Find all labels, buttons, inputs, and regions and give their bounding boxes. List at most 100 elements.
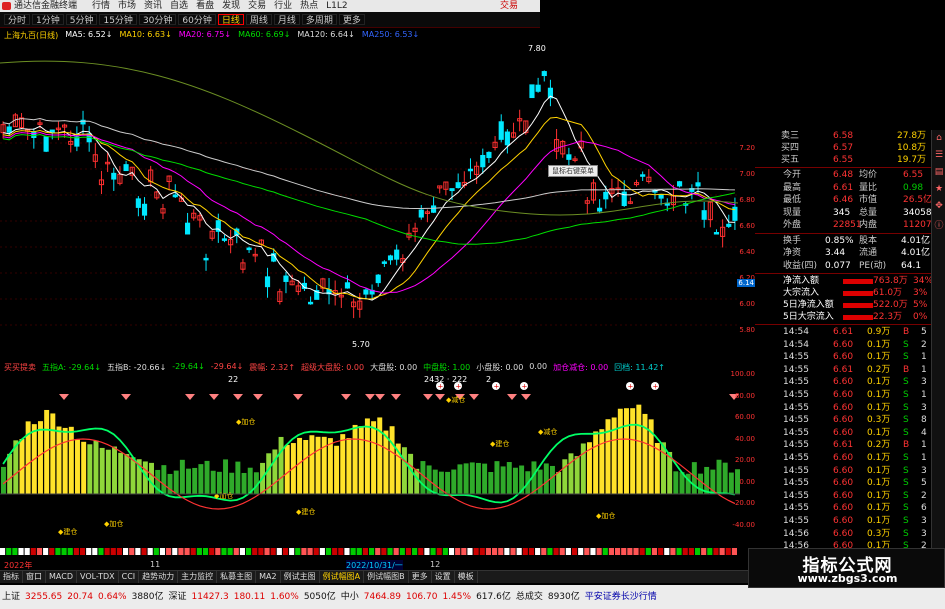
volume-strip — [252, 548, 258, 555]
signal-marker — [365, 394, 375, 400]
period-button[interactable]: 日线 — [217, 14, 244, 26]
status-bar: 上证 3255.65 20.74 0.64% 3880亿 深证 11427.3 180.11 1… — [0, 585, 945, 609]
volume-strip — [86, 548, 92, 555]
tick-time: 14:55 — [783, 465, 809, 476]
tick-volume: 0.1万 — [867, 339, 891, 350]
tick-price: 6.60 — [833, 516, 854, 526]
indicator-tab[interactable]: 例试幅图B — [364, 571, 409, 583]
indicator-tab[interactable]: MA2 — [256, 571, 281, 583]
osc-bar — [401, 447, 407, 494]
candle-body — [713, 232, 720, 235]
indicator-tab[interactable]: 窗口 — [23, 571, 46, 583]
menu-item[interactable]: 行情 — [92, 0, 110, 12]
ma250-line — [0, 60, 738, 216]
osc-bar — [327, 438, 333, 494]
indicator-tab[interactable]: 主力监控 — [178, 571, 218, 583]
indicator-tab[interactable]: 趋势动力 — [139, 571, 179, 583]
sidebar-info-icon[interactable]: ⓘ — [933, 218, 945, 232]
period-button[interactable]: 30分钟 — [138, 14, 177, 26]
indicator-tab[interactable]: MACD — [46, 571, 77, 583]
tick-side: S — [903, 465, 909, 476]
menu-item[interactable]: 资讯 — [144, 0, 162, 12]
trade-button[interactable]: 交易 — [500, 0, 518, 12]
period-button[interactable]: 60分钟 — [178, 14, 216, 26]
indicator-tab[interactable]: VOL-TDX — [77, 571, 119, 583]
kline-chart[interactable]: 7.80 5.70 — [0, 43, 738, 361]
indicator-tab[interactable]: 指标 — [0, 571, 23, 583]
quote-row: 换手 0.85% 股本 4.01亿 — [755, 235, 945, 248]
kline-svg[interactable]: 7.80 5.70 — [0, 43, 738, 361]
stat-key: 市值 — [859, 195, 878, 205]
ma-legend-item: MA10: 6.63↓ — [119, 30, 172, 39]
signal-marker — [253, 394, 263, 400]
volume-strip — [516, 548, 522, 555]
sidebar-move-icon[interactable]: ✥ — [933, 201, 945, 215]
sidebar-star-icon[interactable]: ★ — [933, 184, 945, 198]
book-price: 6.55 — [833, 155, 854, 165]
tick-time: 14:54 — [783, 327, 809, 337]
indicator-tab[interactable]: 设置 — [432, 571, 455, 583]
indicator-tab[interactable]: 私募主图 — [217, 571, 257, 583]
period-button[interactable]: 15分钟 — [99, 14, 137, 26]
volume-strip — [442, 548, 448, 555]
quote-row: 14:55 6.60 0.1万 S 6 — [755, 502, 945, 515]
volume-strip — [578, 548, 584, 555]
indicator-tab[interactable]: CCI — [119, 571, 140, 583]
tick-count: 2 — [921, 490, 927, 501]
osc-axis-label: 80.00 — [734, 391, 755, 400]
osc-bar — [617, 408, 623, 494]
menu-item[interactable]: 交易 — [248, 0, 266, 12]
circle-marker-sign: + — [494, 383, 500, 391]
signal-marker — [469, 394, 479, 400]
period-button[interactable]: 周线 — [245, 14, 272, 26]
menu-item[interactable]: 发现 — [222, 0, 240, 12]
tick-time: 14:55 — [783, 364, 809, 375]
period-button[interactable]: 月线 — [273, 14, 300, 26]
period-button[interactable]: 1分钟 — [32, 14, 64, 26]
tick-side: S — [903, 352, 909, 363]
volume-strip — [301, 548, 307, 555]
menu-item[interactable]: L1L2 — [326, 0, 347, 12]
sidebar-home-icon[interactable]: ⌂ — [933, 133, 945, 147]
ma-legend-item: MA5: 6.52↓ — [65, 30, 113, 39]
osc-bar — [7, 453, 13, 494]
menu-item[interactable]: 看盘 — [196, 0, 214, 12]
period-button[interactable]: 更多 — [338, 14, 365, 26]
osc-axis-label: 60.00 — [734, 413, 755, 421]
oscillator-svg[interactable]: + + + + + +22 2432 · 222 2◆加仓◆减仓◆减仓◆加仓◆加仓◆建仓◆建仓… — [0, 374, 740, 558]
tick-price: 6.60 — [833, 478, 854, 489]
quote-row: 收益(四) 0.077 PE(动) 64.1 — [755, 260, 945, 273]
volume-strip — [0, 548, 6, 555]
sidebar-list-icon[interactable]: ☰ — [933, 150, 945, 164]
volume-strip — [719, 548, 725, 555]
volume-strip — [670, 548, 676, 555]
menu-item[interactable]: 自选 — [170, 0, 188, 12]
indicator-tab[interactable]: 更多 — [409, 571, 432, 583]
tick-volume: 0.1万 — [867, 503, 891, 514]
indicator-tab[interactable]: 模板 — [455, 571, 478, 583]
volume-strip — [227, 548, 233, 555]
volume-strip — [307, 548, 313, 555]
osc-legend-item: 震幅: 2.32↑ — [249, 363, 296, 372]
menu-item[interactable]: 热点 — [300, 0, 318, 12]
osc-legend-item: -29.64↓ — [172, 362, 205, 371]
status-item: 106.70 — [405, 592, 438, 602]
oscillator-chart[interactable]: + + + + + +22 2432 · 222 2 ◆加仓 ◆减仓 ◆减仓 ◆加仓 ◆加仓 ◆建仓 ◆建仓… — [0, 374, 740, 558]
period-button[interactable]: 5分钟 — [65, 14, 98, 26]
status-item: 1.60% — [270, 592, 299, 602]
osc-bar — [364, 418, 370, 494]
stat-key: 最高 — [783, 182, 802, 193]
period-button[interactable]: 分时 — [4, 14, 31, 26]
menu-item[interactable]: 市场 — [118, 0, 136, 12]
period-button[interactable]: 多周期 — [301, 14, 337, 26]
indicator-tab[interactable]: 例试主图 — [281, 571, 320, 583]
divider — [755, 167, 945, 168]
sidebar-chart-icon[interactable]: ▤ — [933, 167, 945, 181]
osc-bar — [636, 404, 642, 494]
volume-strip — [559, 548, 565, 555]
indicator-tab[interactable]: 例试幅图A — [320, 571, 365, 583]
menu-item[interactable]: 行业 — [274, 0, 292, 12]
osc-bar — [192, 467, 198, 494]
osc-bar — [105, 449, 111, 494]
volume-strip — [633, 548, 639, 555]
